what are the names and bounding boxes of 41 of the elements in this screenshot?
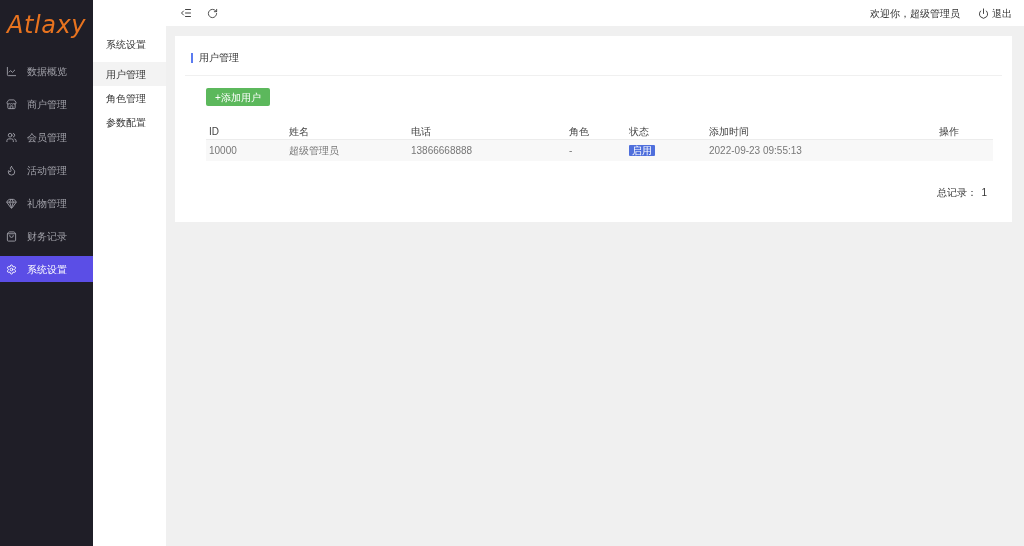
table-cell: 2022-09-23 09:55:13 <box>709 144 802 156</box>
sidebar-item[interactable]: 礼物管理 <box>0 190 93 216</box>
power-icon <box>978 7 989 19</box>
menu-icon[interactable] <box>180 7 192 19</box>
sidebar-item[interactable]: 数据概览 <box>0 58 93 84</box>
users-icon <box>6 131 17 143</box>
bag-icon <box>6 230 17 242</box>
card-title: 用户管理 <box>199 51 239 65</box>
sidebar-item[interactable]: 活动管理 <box>0 157 93 183</box>
column-header: ID <box>209 126 219 137</box>
table-cell: 超级管理员 <box>289 144 339 156</box>
table-cell: 13866668888 <box>411 144 473 156</box>
sidebar-item[interactable]: 商户管理 <box>0 91 93 117</box>
submenu-title: 系统设置 <box>105 37 147 52</box>
status-badge: 启用 <box>629 144 655 156</box>
sidebar-item[interactable]: 财务记录 <box>0 223 93 249</box>
table-cell: - <box>569 144 573 156</box>
table-cell: 10000 <box>209 144 237 156</box>
gem-icon <box>6 197 17 209</box>
gear-icon <box>6 263 17 275</box>
welcome-text: 欢迎你，超级管理员 <box>870 6 960 21</box>
column-header: 操作 <box>939 126 959 137</box>
column-header: 添加时间 <box>709 126 749 137</box>
total-label: 总记录： <box>937 185 978 200</box>
refresh-icon[interactable] <box>207 7 218 19</box>
title-marker <box>191 52 193 63</box>
logout-button[interactable]: 退出 <box>978 5 1012 21</box>
column-header: 电话 <box>411 126 431 137</box>
submenu-item[interactable]: 角色管理 <box>93 86 166 110</box>
flame-icon <box>6 164 17 176</box>
total-count: 1 <box>981 185 987 200</box>
sidebar-item[interactable]: 会员管理 <box>0 124 93 150</box>
sidebar-item[interactable]: 系统设置 <box>0 256 93 282</box>
submenu-item[interactable]: 用户管理 <box>93 62 166 86</box>
column-header: 状态 <box>629 126 649 137</box>
column-header: 角色 <box>569 126 589 137</box>
logo: Atlaxy <box>5 10 88 41</box>
column-header: 姓名 <box>289 126 309 137</box>
submenu-item[interactable]: 参数配置 <box>93 110 166 134</box>
line-chart-icon <box>6 65 17 77</box>
store-icon <box>6 98 17 110</box>
